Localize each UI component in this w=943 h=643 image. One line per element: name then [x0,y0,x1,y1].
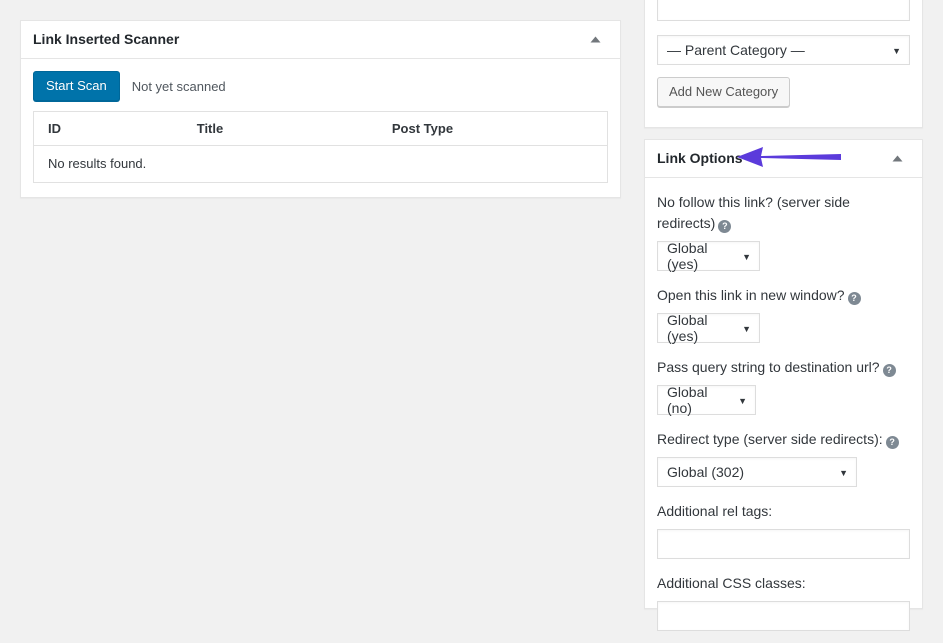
link-option-label: Additional CSS classes: [657,573,910,594]
link-option-select-value: Global (yes) [667,240,732,272]
help-tip-icon[interactable]: ? [848,292,861,305]
chevron-down-icon: ▼ [738,397,747,406]
link-option-select[interactable]: Global (yes) ▼ [657,313,760,343]
column-header-id: ID [34,112,183,146]
link-options-header: Link Options [645,140,922,178]
link-option-field: Pass query string to destination url?? Gl… [657,357,910,415]
link-option-field: Open this link in new window?? Global (ye… [657,285,910,343]
link-option-label: Pass query string to destination url?? [657,357,910,378]
page-title: Link Inserted Scanner [33,30,179,50]
link-option-label: No follow this link? (server side redire… [657,192,910,234]
link-inserted-scanner-panel: Link Inserted Scanner Start Scan Not yet… [20,20,621,198]
link-option-label: Open this link in new window?? [657,285,910,306]
category-panel: — Parent Category — ▼ Add New Category [644,0,923,128]
link-option-text-input[interactable] [657,529,910,559]
link-option-select-value: Global (yes) [667,312,732,344]
link-option-label-text: No follow this link? (server side redire… [657,194,850,231]
table-row: No results found. [34,146,608,183]
link-option-select-value: Global (302) [667,464,744,480]
category-name-input[interactable] [657,0,910,21]
chevron-down-icon: ▼ [742,253,751,262]
chevron-down-icon: ▼ [742,325,751,334]
link-option-field: Redirect type (server side redirects):? G… [657,429,910,487]
scan-status-text: Not yet scanned [132,79,226,94]
link-option-label-text: Redirect type (server side redirects): [657,431,883,447]
help-tip-icon[interactable]: ? [883,364,896,377]
link-option-field: No follow this link? (server side redire… [657,192,910,271]
link-option-field: Additional CSS classes: [657,573,910,631]
link-option-select-value: Global (no) [667,384,728,416]
scan-results-table-wrap: ID Title Post Type No results found. [21,111,620,197]
help-tip-icon[interactable]: ? [718,220,731,233]
link-option-label-text: Additional rel tags: [657,503,772,519]
link-options-fields: No follow this link? (server side redire… [645,178,922,643]
link-option-select[interactable]: Global (302) ▼ [657,457,857,487]
chevron-up-icon[interactable] [582,27,608,53]
scanner-panel-header: Link Inserted Scanner [21,21,620,59]
parent-category-value: — Parent Category — [667,42,805,58]
empty-results-message: No results found. [34,146,608,183]
scan-control-row: Start Scan Not yet scanned [21,59,620,111]
help-tip-icon[interactable]: ? [886,436,899,449]
scan-results-table: ID Title Post Type No results found. [33,111,608,183]
link-option-text-input[interactable] [657,601,910,631]
category-panel-body: — Parent Category — ▼ Add New Category [645,0,922,121]
chevron-up-icon[interactable] [884,146,910,172]
chevron-down-icon: ▼ [839,469,848,478]
column-header-title: Title [183,112,378,146]
add-new-category-button[interactable]: Add New Category [657,77,790,107]
start-scan-button[interactable]: Start Scan [33,71,120,101]
column-header-post-type: Post Type [378,112,608,146]
link-option-label: Additional rel tags: [657,501,910,522]
link-option-select[interactable]: Global (no) ▼ [657,385,756,415]
link-option-label-text: Additional CSS classes: [657,575,806,591]
link-option-label-text: Open this link in new window? [657,287,845,303]
table-header-row: ID Title Post Type [34,112,608,146]
link-option-label-text: Pass query string to destination url? [657,359,880,375]
link-options-panel: Link Options No follow this link? (serve… [644,139,923,609]
link-option-label: Redirect type (server side redirects):? [657,429,910,450]
link-option-field: Additional rel tags: [657,501,910,559]
link-options-title: Link Options [657,149,743,169]
link-option-select[interactable]: Global (yes) ▼ [657,241,760,271]
parent-category-select[interactable]: — Parent Category — ▼ [657,35,910,65]
chevron-down-icon: ▼ [892,47,901,56]
